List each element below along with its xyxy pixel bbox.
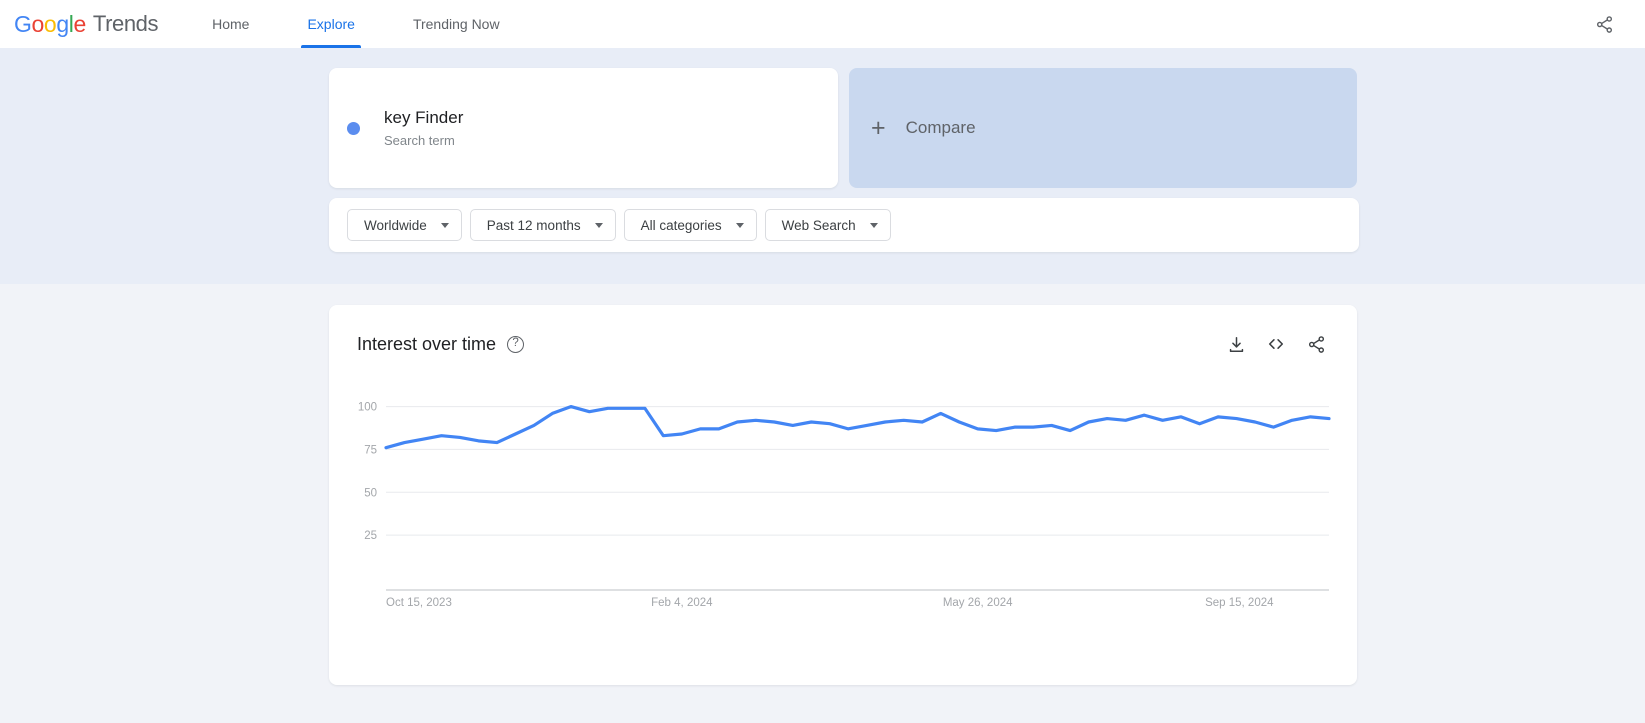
- y-axis-tick-label: 50: [364, 487, 377, 499]
- y-axis-tick-label: 100: [358, 402, 377, 414]
- series-color-dot: [347, 121, 360, 135]
- share-icon[interactable]: [1587, 7, 1621, 41]
- logo-letter-g: G: [14, 10, 32, 37]
- x-axis-tick-label: Oct 15, 2023: [386, 597, 452, 609]
- logo-letter-o2: o: [43, 10, 57, 37]
- embed-code-icon[interactable]: [1263, 331, 1289, 357]
- main-nav: Home Explore Trending Now: [206, 0, 551, 48]
- filter-timerange-label: Past 12 months: [486, 217, 581, 233]
- series-line-key-finder: [384, 404, 1331, 450]
- compare-button[interactable]: + Compare: [849, 68, 1357, 188]
- logo-letter-o1: o: [31, 10, 45, 37]
- filter-searchtype-label: Web Search: [781, 217, 856, 233]
- search-term-subtitle: Search term: [384, 132, 455, 148]
- search-term-text: key Finder Search term: [384, 107, 463, 150]
- chevron-down-icon: [735, 222, 744, 228]
- topbar-actions: [1587, 7, 1627, 41]
- trends-line-chart: 25 50 75 100 Oct 15, 2023 Feb 4, 2024 May 26, …: [358, 402, 1331, 609]
- filter-category-dropdown[interactable]: All categories: [623, 209, 757, 241]
- top-navigation-bar: Google Trends Home Explore Trending Now: [0, 0, 1645, 48]
- x-axis-tick-label: May 26, 2024: [943, 597, 1013, 609]
- x-axis-tick-label: Feb 4, 2024: [651, 597, 713, 609]
- nav-item-trending-now[interactable]: Trending Now: [407, 0, 506, 48]
- chevron-down-icon: [440, 222, 449, 228]
- chart-header: Interest over time ?: [329, 305, 1357, 357]
- filter-bar: Worldwide Past 12 months All categories …: [329, 198, 1359, 252]
- compare-label: Compare: [905, 118, 976, 137]
- filter-location-label: Worldwide: [364, 217, 427, 233]
- page-body: Interest over time ? 25 50 75 100 Oct 15…: [0, 284, 1645, 723]
- query-band: key Finder Search term + Compare Worldwi…: [0, 48, 1645, 284]
- y-axis-tick-label: 25: [364, 530, 377, 542]
- help-icon[interactable]: ?: [507, 335, 525, 353]
- filter-category-label: All categories: [640, 217, 722, 233]
- logo-trends-word: Trends: [92, 11, 159, 36]
- logo-letter-g2: g: [56, 10, 69, 37]
- search-term-row: key Finder Search term + Compare: [329, 68, 1359, 188]
- nav-item-home[interactable]: Home: [206, 0, 255, 48]
- logo-letter-e: e: [73, 10, 86, 37]
- search-term-title: key Finder: [384, 107, 464, 127]
- filter-location-dropdown[interactable]: Worldwide: [347, 209, 462, 241]
- download-icon[interactable]: [1223, 331, 1249, 357]
- search-term-card[interactable]: key Finder Search term: [329, 68, 838, 188]
- filter-searchtype-dropdown[interactable]: Web Search: [764, 209, 891, 241]
- chart-plot-area[interactable]: 25 50 75 100 Oct 15, 2023 Feb 4, 2024 May 26, …: [329, 383, 1357, 633]
- interest-over-time-card: Interest over time ? 25 50 75 100 Oct 15…: [329, 305, 1357, 685]
- nav-item-explore[interactable]: Explore: [301, 0, 362, 48]
- chevron-down-icon: [594, 222, 603, 228]
- query-band-inner: key Finder Search term + Compare Worldwi…: [329, 68, 1359, 252]
- chevron-down-icon: [869, 222, 878, 228]
- google-trends-logo[interactable]: Google Trends: [10, 10, 159, 38]
- x-axis-tick-label: Sep 15, 2024: [1205, 597, 1274, 609]
- filter-timerange-dropdown[interactable]: Past 12 months: [469, 209, 616, 241]
- plus-icon: +: [871, 113, 886, 142]
- chart-action-icons: [1223, 331, 1329, 357]
- chart-title: Interest over time: [357, 333, 497, 354]
- y-axis-tick-label: 75: [364, 444, 377, 456]
- share-icon[interactable]: [1303, 331, 1329, 357]
